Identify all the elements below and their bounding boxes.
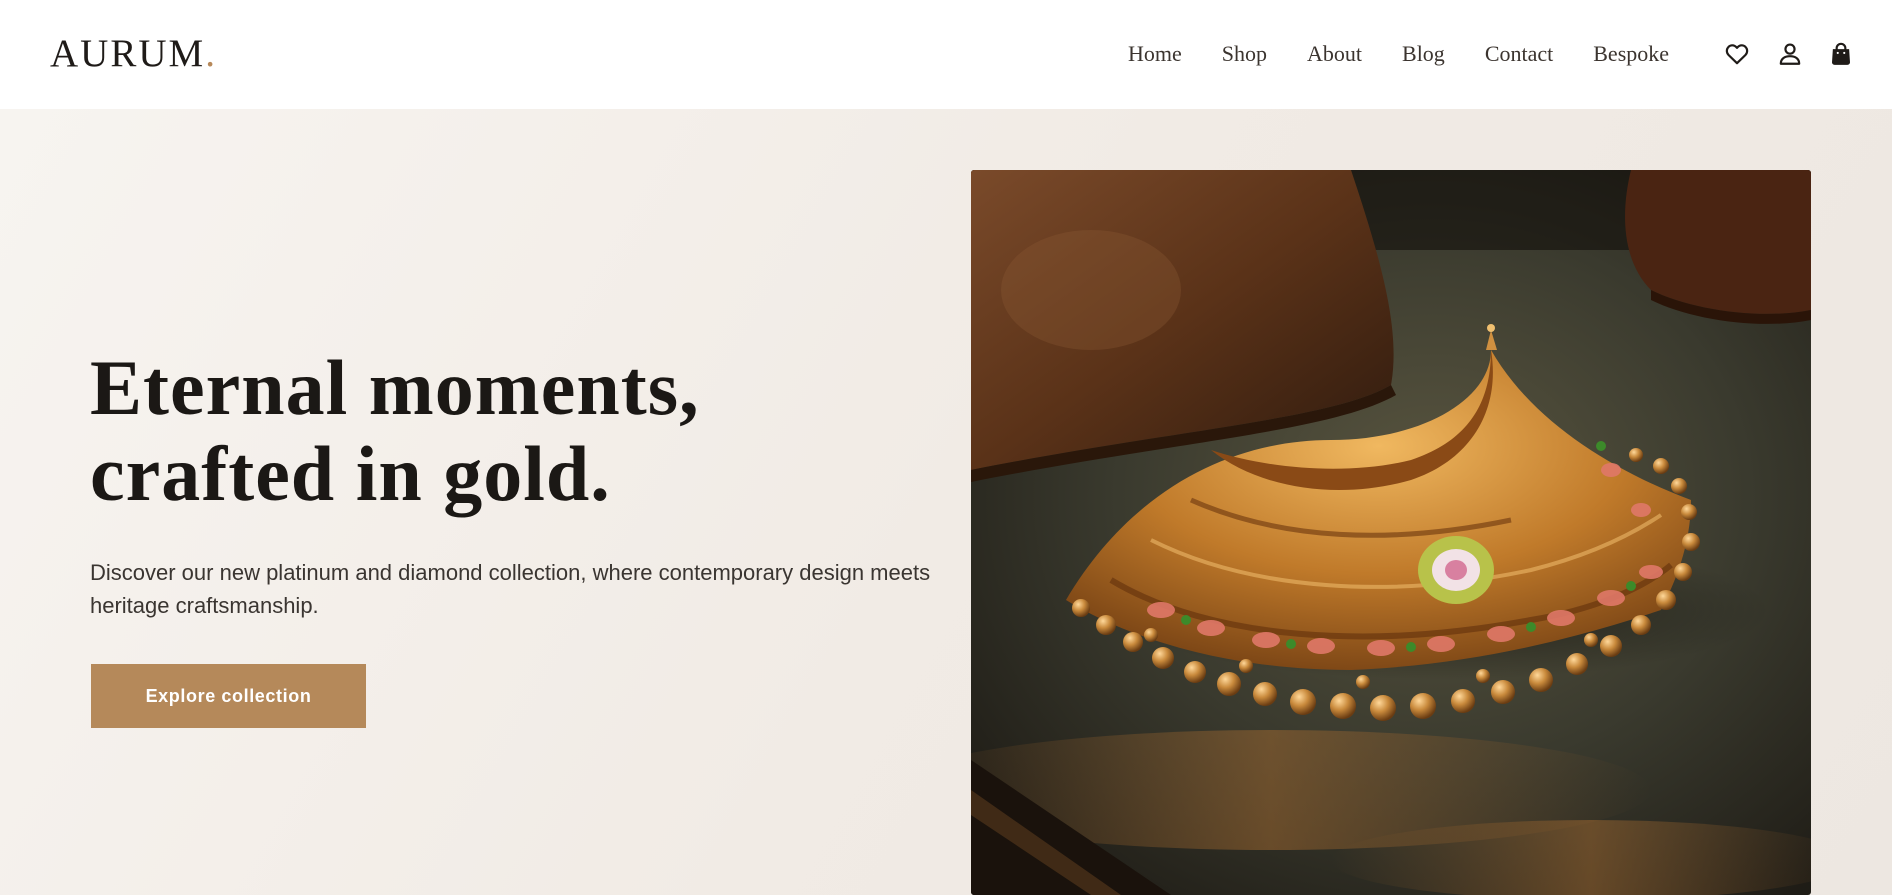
- nav-item-shop[interactable]: Shop: [1222, 38, 1267, 70]
- heart-icon: [1725, 44, 1749, 65]
- site-header: AURUM. Home Shop About Blog Contact Besp…: [0, 0, 1892, 109]
- nav-item-contact[interactable]: Contact: [1485, 38, 1553, 70]
- brand-logo[interactable]: AURUM.: [50, 30, 217, 78]
- brand-name: AURUM: [50, 32, 206, 75]
- nav-item-about[interactable]: About: [1307, 38, 1362, 70]
- hero-subtitle: Discover our new platinum and diamond co…: [90, 560, 931, 618]
- wishlist-button[interactable]: [1722, 39, 1752, 69]
- hero-product-image: [971, 170, 1811, 895]
- nav-item-bespoke[interactable]: Bespoke: [1593, 38, 1669, 70]
- brand-dot: .: [205, 32, 217, 75]
- gold-necklace-illustration: [971, 170, 1811, 895]
- hero-title: Eternal moments, crafted in gold.: [90, 345, 700, 517]
- hero-title-line-2: crafted in gold.: [90, 430, 611, 517]
- main-nav: Home Shop About Blog Contact Bespoke: [1128, 38, 1669, 70]
- nav-item-home[interactable]: Home: [1128, 38, 1182, 70]
- hero-title-line-1: Eternal moments,: [90, 344, 700, 431]
- shopping-bag-icon: [1832, 42, 1850, 65]
- account-button[interactable]: [1775, 39, 1805, 69]
- hero-section: Eternal moments, crafted in gold. Discov…: [0, 109, 1892, 895]
- user-icon: [1779, 43, 1801, 65]
- nav-item-blog[interactable]: Blog: [1402, 38, 1445, 70]
- explore-collection-button[interactable]: Explore collection: [91, 664, 366, 728]
- cart-button[interactable]: [1826, 39, 1856, 69]
